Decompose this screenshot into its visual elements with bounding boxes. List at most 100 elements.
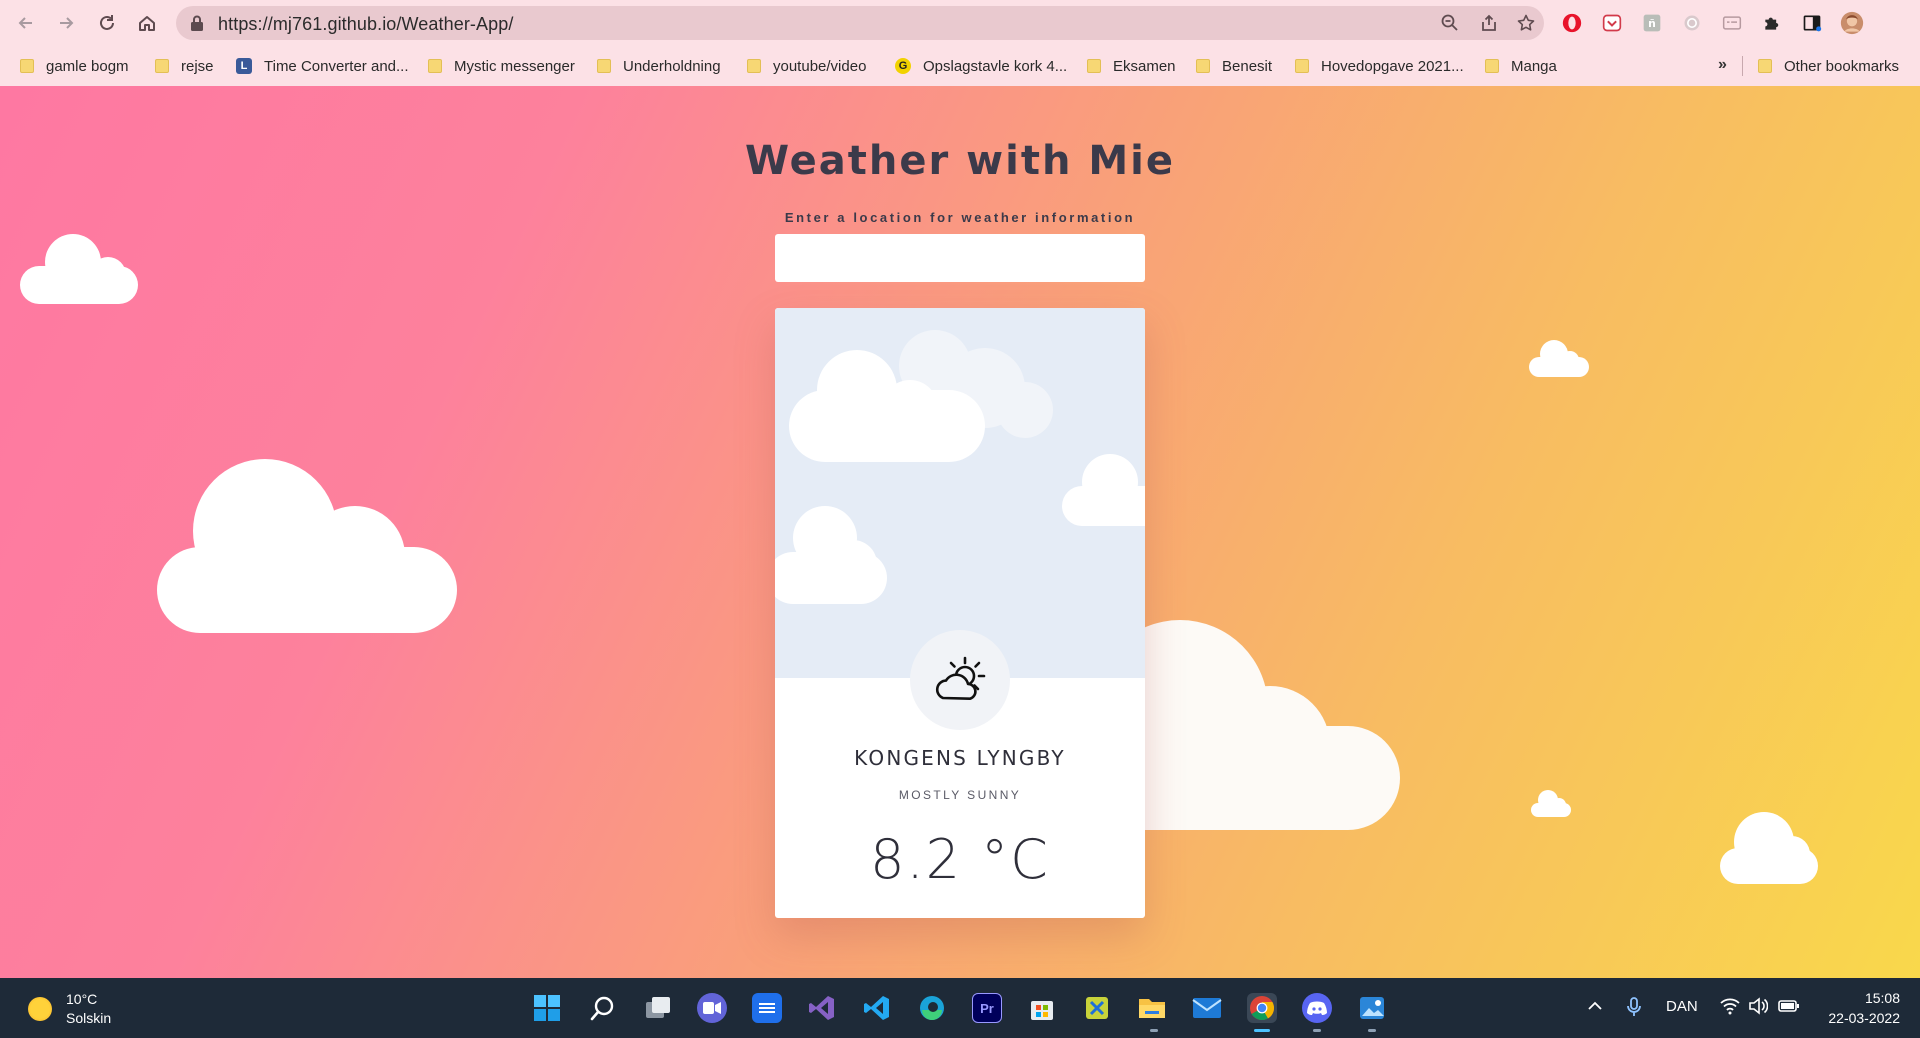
bookmark-folder[interactable]: Benesit [1196,54,1272,78]
mail-icon[interactable] [1192,993,1222,1023]
volume-icon[interactable] [1748,997,1769,1019]
discord-icon[interactable] [1302,993,1332,1023]
clock-favicon-icon: L [236,58,252,74]
folder-icon [1758,59,1772,73]
bookmark-label: Opslagstavle kork 4... [923,57,1068,75]
forward-button[interactable] [52,9,80,37]
cloud-decoration [789,330,1053,462]
folder-icon [20,59,34,73]
opera-extension-icon[interactable] [1560,11,1584,35]
windows-taskbar: 10°C Solskin Pr DAN 15:08 22-03-2022 [0,978,1920,1038]
search-label: Enter a location for weather information [784,210,1136,225]
weather-card: KONGENS LYNGBY MOSTLY SUNNY 8.2 °C [775,308,1145,918]
microphone-icon[interactable] [1625,997,1643,1021]
microsoft-store-icon[interactable] [1027,993,1057,1023]
grey-extension-icon[interactable] [1680,11,1704,35]
bookmark-folder[interactable]: gamle bogm [20,54,129,78]
arrow-left-icon [18,17,32,29]
battery-icon[interactable] [1778,997,1800,1019]
bookmark-folder[interactable]: Eksamen [1087,54,1176,78]
bookmark-folder[interactable]: Manga [1485,54,1557,78]
cloud-decoration [775,506,887,604]
bookmark-link[interactable]: G Opslagstavle kork 4... [895,54,1067,78]
home-icon [139,16,155,31]
bookmark-link[interactable]: L Time Converter and... [236,54,409,78]
azure-data-studio-icon[interactable] [752,993,782,1023]
reload-button[interactable] [93,9,121,37]
premiere-pro-icon[interactable]: Pr [972,993,1002,1023]
bookmark-label: Manga [1511,57,1557,75]
edge-icon[interactable] [917,993,947,1023]
running-indicator [1368,1029,1376,1032]
cloud-decoration [20,234,138,304]
chevron-up-icon[interactable] [1586,997,1604,1019]
chrome-icon[interactable] [1247,993,1277,1023]
share-icon[interactable] [1479,13,1499,33]
task-view-icon[interactable] [643,993,673,1023]
weather-app-page: Weather with Mie Enter a location for we… [0,86,1920,978]
folder-icon [1087,59,1101,73]
weather-icon-badge [910,630,1010,730]
bookmark-folder[interactable]: youtube/video [747,54,866,78]
bookmark-folder[interactable]: rejse [155,54,214,78]
windows-start-icon[interactable] [532,993,562,1023]
photos-icon[interactable] [1357,993,1387,1023]
cast-extension-icon[interactable] [1720,11,1744,35]
home-button[interactable] [133,9,161,37]
bookmark-label: youtube/video [773,57,867,75]
lock-icon [191,15,203,31]
side-panel-icon[interactable] [1800,11,1824,35]
cloud-decoration [1720,812,1818,884]
pocket-extension-icon[interactable] [1600,11,1624,35]
search-icon[interactable] [588,993,618,1023]
folder-icon [747,59,761,73]
file-explorer-icon[interactable] [1137,993,1167,1023]
address-bar[interactable]: https://mj761.github.io/Weather-App/ [176,6,1544,40]
bookmark-star-icon[interactable] [1516,13,1536,33]
back-button[interactable] [12,9,40,37]
snipping-tool-icon[interactable] [1082,993,1112,1023]
bookmark-label: rejse [181,57,214,75]
teams-chat-icon[interactable] [697,993,727,1023]
bookmarks-divider [1742,56,1743,76]
active-indicator [1254,1029,1270,1032]
bookmarks-overflow-button[interactable]: » [1718,56,1727,74]
bookmark-folder[interactable]: Hovedopgave 2021... [1295,54,1464,78]
cloud-decoration [1062,454,1145,526]
cloud-decoration [1531,790,1571,817]
bookmark-label: Other bookmarks [1784,57,1900,75]
arrow-right-icon [60,17,74,29]
location-search-input[interactable] [775,234,1145,282]
visual-studio-icon[interactable] [807,993,837,1023]
vs-code-icon[interactable] [862,993,892,1023]
partly-sunny-icon [935,656,986,700]
folder-icon [155,59,169,73]
weather-conditions: MOSTLY SUNNY [898,788,1022,802]
bookmark-label: Time Converter and... [264,57,409,75]
profile-avatar[interactable] [1840,11,1864,35]
location-name: KONGENS LYNGBY [854,746,1066,770]
widget-description: Solskin [66,1010,112,1026]
bookmark-label: Benesit [1222,57,1273,75]
extensions-puzzle-icon[interactable] [1760,11,1784,35]
zoom-icon[interactable] [1440,13,1460,33]
clock[interactable]: 15:08 22-03-2022 [1810,988,1900,1028]
other-bookmarks-folder[interactable]: Other bookmarks [1758,54,1899,78]
browser-chrome: https://mj761.github.io/Weather-App/ ñ g… [0,0,1920,86]
language-indicator[interactable]: DAN [1666,998,1698,1015]
g-favicon-icon: G [895,58,911,74]
browser-toolbar: https://mj761.github.io/Weather-App/ ñ [0,0,1920,46]
folder-icon [1196,59,1210,73]
bookmark-folder[interactable]: Underholdning [597,54,721,78]
translate-extension-icon[interactable]: ñ [1640,11,1664,35]
weather-widget[interactable]: 10°C Solskin [28,990,111,1028]
url-text: https://mj761.github.io/Weather-App/ [218,14,514,34]
bookmark-folder[interactable]: Mystic messenger [428,54,575,78]
svg-text:ñ: ñ [1648,17,1656,30]
wifi-icon[interactable] [1720,997,1740,1019]
clock-time: 15:08 [1864,990,1900,1006]
bookmark-label: Hovedopgave 2021... [1321,57,1464,75]
bookmark-label: Mystic messenger [454,57,575,75]
folder-icon [597,59,611,73]
card-sky-area [775,308,1145,678]
